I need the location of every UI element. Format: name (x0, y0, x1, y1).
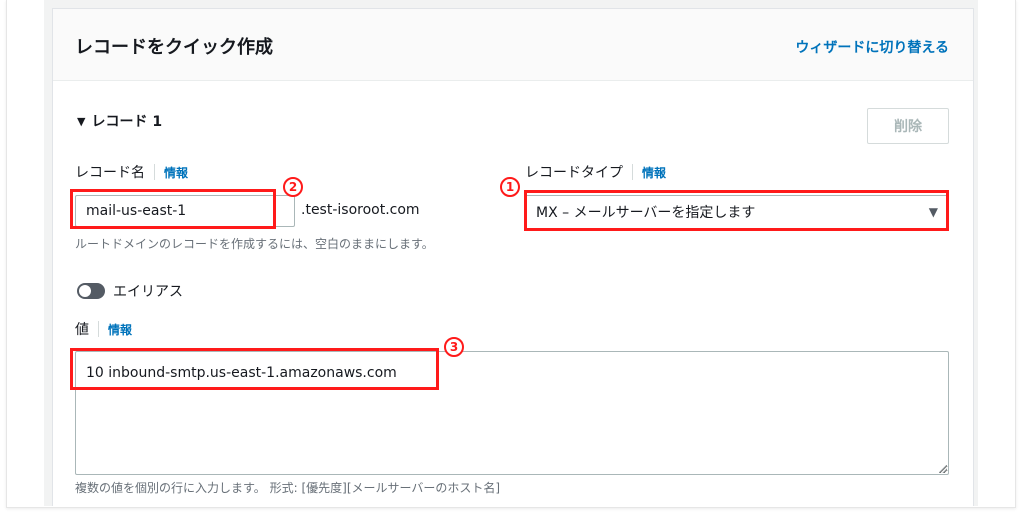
value-info-link[interactable]: 情報 (108, 321, 132, 338)
record-name-hint: ルートドメインのレコードを作成するには、空白のままにします。 (75, 237, 434, 251)
toggle-off-icon[interactable] (77, 283, 105, 299)
quick-create-card: レコードをクイック作成 ウィザードに切り替える ▼ レコード 1 削除 レコード… (52, 8, 974, 506)
annotation-badge-2: 2 (283, 177, 303, 197)
card-header: レコードをクイック作成 ウィザードに切り替える (53, 9, 973, 81)
label-divider (98, 321, 99, 337)
record-heading-label: レコード 1 (91, 114, 163, 130)
value-label-row: 値 情報 (75, 319, 132, 339)
resize-grip-icon[interactable] (939, 465, 947, 473)
switch-to-wizard-link[interactable]: ウィザードに切り替える (795, 37, 949, 57)
alias-toggle-row[interactable]: エイリアス (77, 281, 183, 301)
delete-record-button[interactable]: 削除 (867, 108, 949, 144)
record-section-toggle[interactable]: ▼ レコード 1 (77, 111, 162, 131)
value-hint: 複数の値を個別の行に入力します。 形式: [優先度][メールサーバーのホスト名] (75, 481, 501, 495)
record-type-selected-value: MX – メールサーバーを指定します (536, 205, 756, 221)
record-type-label-row: レコードタイプ 情報 (525, 162, 666, 182)
page-title: レコードをクイック作成 (75, 37, 273, 58)
annotation-badge-3: 3 (444, 337, 464, 357)
record-name-input[interactable] (75, 195, 295, 227)
chevron-down-icon: ▼ (928, 205, 938, 219)
alias-label: エイリアス (113, 284, 183, 300)
label-divider (154, 164, 155, 180)
record-name-label-row: レコード名 情報 (75, 162, 188, 182)
label-divider (632, 164, 633, 180)
triangle-down-icon: ▼ (77, 114, 86, 128)
record-type-label: レコードタイプ (525, 165, 623, 181)
record-type-select[interactable]: MX – メールサーバーを指定します ▼ (525, 195, 949, 229)
record-type-info-link[interactable]: 情報 (642, 164, 666, 181)
value-textarea[interactable]: 10 inbound-smtp.us-east-1.amazonaws.com (75, 351, 949, 475)
annotation-badge-1: 1 (500, 177, 520, 197)
record-name-label: レコード名 (75, 165, 145, 181)
domain-suffix: .test-isoroot.com (301, 202, 420, 218)
record-name-info-link[interactable]: 情報 (164, 164, 188, 181)
value-label: 値 (75, 322, 89, 338)
